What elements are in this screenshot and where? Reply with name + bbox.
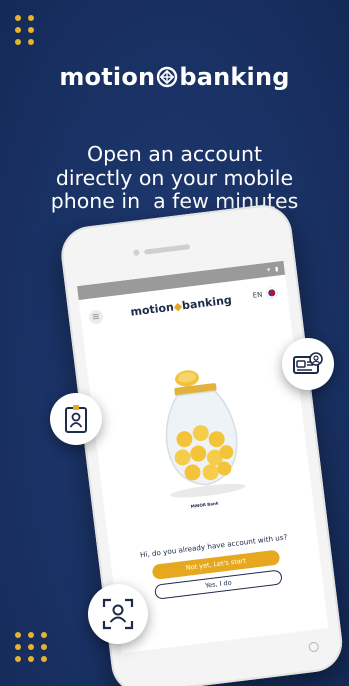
- phone-camera: [132, 249, 140, 256]
- brand-logo-right: banking: [179, 63, 290, 91]
- brand-logo-left: motion: [59, 63, 156, 91]
- menu-icon[interactable]: [88, 309, 104, 325]
- id-card-icon: [282, 338, 334, 390]
- battery-icon: ▮: [274, 264, 279, 273]
- language-label: EN: [252, 290, 263, 300]
- coin-jar-icon: [146, 362, 255, 502]
- signal-icon: ▾: [266, 265, 271, 274]
- headline-line-2: directly on your mobile: [55, 165, 294, 190]
- phone-speaker: [144, 244, 191, 255]
- app-logo-right: banking: [181, 293, 233, 313]
- face-scan-icon: [88, 584, 148, 644]
- decorative-dots-top: [15, 15, 34, 45]
- logo-mark-icon: [156, 65, 178, 88]
- small-brand-label: MINOR Bank: [190, 500, 219, 509]
- decorative-dots-bottom: [15, 632, 47, 662]
- language-selector[interactable]: EN: [252, 286, 278, 301]
- brand-logo: motion banking: [0, 62, 349, 92]
- app-logo-left: motion: [129, 300, 175, 319]
- app-store-screenshot: motion banking Open an account directly o…: [0, 0, 349, 686]
- uk-flag-icon: [265, 286, 278, 300]
- home-nav-icon[interactable]: [308, 641, 320, 653]
- headline-line-1: Open an account: [86, 142, 262, 166]
- app-logo: motion◆banking: [130, 293, 233, 318]
- id-badge-icon: [50, 393, 102, 445]
